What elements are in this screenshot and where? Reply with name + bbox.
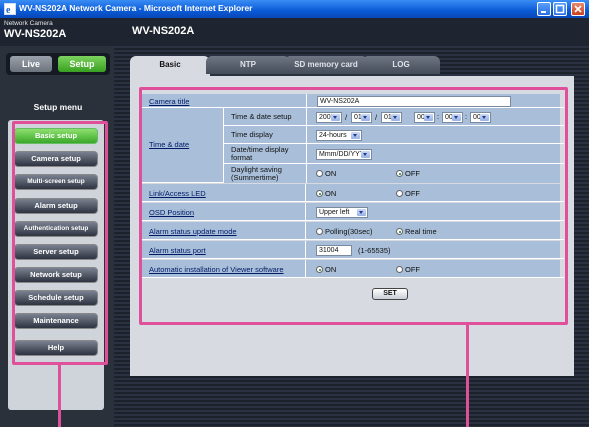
page-title: WV-NS202A <box>132 25 195 37</box>
page-header: Network Camera WV-NS202A WV-NS202A <box>0 18 589 46</box>
settings-callout-frame <box>139 87 568 325</box>
mode-switch: Live Setup <box>6 53 110 75</box>
menu-callout-frame <box>12 121 108 365</box>
menu-callout-pointer <box>58 365 61 427</box>
minimize-icon <box>541 11 546 13</box>
window-title: WV-NS202A Network Camera - Microsoft Int… <box>19 3 253 13</box>
tab-log[interactable]: LOG <box>362 56 440 74</box>
window-title-bar: e WV-NS202A Network Camera - Microsoft I… <box>0 0 589 18</box>
brand-model: WV-NS202A <box>4 28 67 40</box>
live-button[interactable]: Live <box>10 56 52 72</box>
brand-caption: Network Camera <box>4 20 53 27</box>
maximize-button[interactable] <box>553 2 567 16</box>
setup-menu-heading: Setup menu <box>33 102 83 112</box>
close-icon <box>574 5 582 13</box>
tab-basic[interactable]: Basic <box>130 56 210 78</box>
tab-ntp[interactable]: NTP <box>206 56 290 74</box>
maximize-icon <box>555 4 565 14</box>
minimize-button[interactable] <box>537 2 551 16</box>
close-button[interactable] <box>571 2 585 16</box>
svg-text:e: e <box>6 5 11 15</box>
setup-button[interactable]: Setup <box>58 56 106 72</box>
tab-sd-memory-card[interactable]: SD memory card <box>284 56 368 74</box>
browser-icon: e <box>4 3 16 15</box>
settings-callout-pointer <box>466 325 469 427</box>
